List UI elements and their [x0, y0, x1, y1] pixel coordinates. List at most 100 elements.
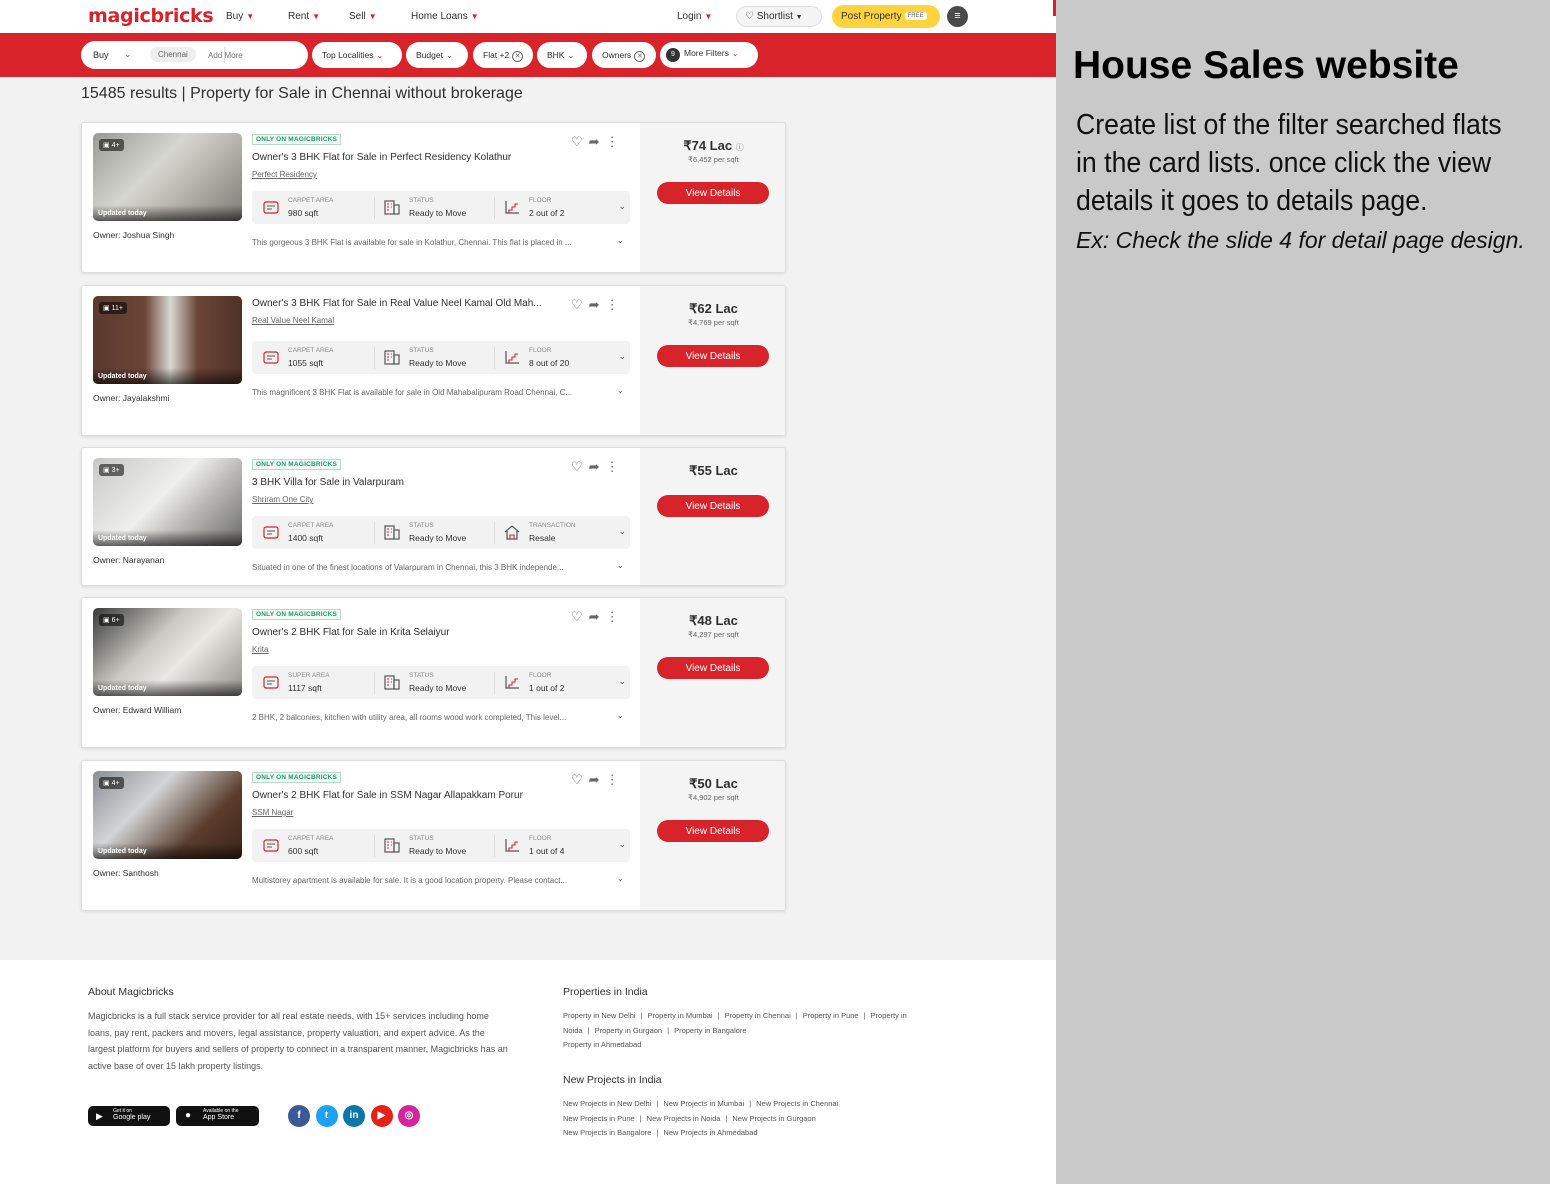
- society-link[interactable]: SSM Nagar: [252, 808, 293, 817]
- shortlist-heart-icon[interactable]: ♡: [571, 134, 589, 149]
- view-details-button[interactable]: View Details: [657, 820, 769, 842]
- shortlist-heart-icon[interactable]: ♡: [571, 609, 589, 624]
- owner-name: Owner: Edward William: [93, 705, 182, 715]
- property-title[interactable]: Owner's 3 BHK Flat for Sale in Real Valu…: [252, 298, 562, 309]
- chevron-down-icon[interactable]: ⌄: [617, 236, 624, 245]
- close-icon[interactable]: ✕: [512, 51, 524, 62]
- flat-filter[interactable]: Flat +2 ✕: [473, 42, 533, 68]
- society-link[interactable]: Krita: [252, 645, 268, 654]
- nav-sell[interactable]: Sell ▼: [349, 11, 377, 22]
- footer-link[interactable]: New Projects in Chennai: [756, 1099, 838, 1108]
- nav-buy[interactable]: Buy ▼: [226, 11, 254, 22]
- chevron-down-icon[interactable]: ⌄: [617, 711, 624, 720]
- footer-link[interactable]: Property in Pune: [803, 1011, 859, 1020]
- chevron-down-icon[interactable]: ⌄: [617, 561, 624, 570]
- shortlist-heart-icon[interactable]: ♡: [571, 772, 589, 787]
- view-details-button[interactable]: View Details: [657, 657, 769, 679]
- shortlist-heart-icon[interactable]: ♡: [571, 297, 589, 312]
- photo-count-badge: ▣ 4+: [99, 777, 124, 789]
- hamburger-menu-icon[interactable]: ≡: [947, 6, 968, 27]
- society-link[interactable]: Shriram One City: [252, 495, 313, 504]
- magicbricks-logo[interactable]: magicbricks: [88, 5, 214, 27]
- view-details-button[interactable]: View Details: [657, 182, 769, 204]
- shortlist-heart-icon[interactable]: ♡: [571, 459, 589, 474]
- more-options-icon[interactable]: ⋮: [606, 134, 625, 149]
- linkedin-icon[interactable]: in: [343, 1105, 365, 1127]
- chevron-down-icon: ▼: [368, 12, 377, 21]
- google-play-button[interactable]: ▶ Get it on Google play: [88, 1106, 170, 1126]
- footer-link[interactable]: Property in Mumbai: [647, 1011, 712, 1020]
- price-value: ₹62 Lac: [689, 301, 738, 316]
- property-photo[interactable]: ▣ 3+ Updated today: [93, 458, 242, 546]
- share-icon[interactable]: ➦: [589, 772, 606, 787]
- expand-chevron-icon[interactable]: ⌄: [618, 351, 626, 362]
- post-property-button[interactable]: Post Property FREE: [832, 5, 940, 28]
- society-link[interactable]: Perfect Residency: [252, 170, 317, 179]
- more-options-icon[interactable]: ⋮: [606, 609, 625, 624]
- footer-link[interactable]: New Projects in Gurgaon: [732, 1114, 815, 1123]
- more-filters-button[interactable]: 9 More Filters ⌄: [660, 42, 758, 68]
- property-photo[interactable]: ▣ 11+ Updated today: [93, 296, 242, 384]
- city-tag[interactable]: Chennai: [150, 47, 196, 62]
- share-icon[interactable]: ➦: [589, 297, 606, 312]
- footer-link[interactable]: New Projects in New Delhi: [563, 1099, 651, 1108]
- instagram-icon[interactable]: ◎: [398, 1105, 420, 1127]
- property-title[interactable]: Owner's 3 BHK Flat for Sale in Perfect R…: [252, 152, 562, 163]
- footer-link[interactable]: Property in Chennai: [724, 1011, 790, 1020]
- summary-value: 1 out of 4: [529, 846, 565, 856]
- shortlist-button[interactable]: ♡ Shortlist ▼: [736, 6, 822, 27]
- summary-cell: FLOOR 1 out of 4: [503, 829, 618, 862]
- property-title[interactable]: Owner's 2 BHK Flat for Sale in Krita Sel…: [252, 627, 562, 638]
- bhk-filter[interactable]: BHK ⌄: [537, 42, 587, 68]
- view-details-button[interactable]: View Details: [657, 345, 769, 367]
- share-icon[interactable]: ➦: [589, 609, 606, 624]
- chevron-down-icon[interactable]: ⌄: [617, 386, 624, 395]
- login-button[interactable]: Login ▼: [677, 11, 712, 22]
- footer-link[interactable]: New Projects in Mumbai: [663, 1099, 744, 1108]
- footer-link[interactable]: New Projects in Noida: [647, 1114, 721, 1123]
- expand-chevron-icon[interactable]: ⌄: [618, 676, 626, 687]
- property-photo[interactable]: ▣ 4+ Updated today: [93, 133, 242, 221]
- close-icon[interactable]: ✕: [634, 51, 646, 62]
- info-icon[interactable]: ⓘ: [736, 143, 744, 152]
- expand-chevron-icon[interactable]: ⌄: [618, 839, 626, 850]
- footer-link[interactable]: New Projects in Pune: [563, 1114, 635, 1123]
- gallery-icon: ▣: [103, 467, 110, 474]
- more-options-icon[interactable]: ⋮: [606, 297, 625, 312]
- add-more-input[interactable]: [208, 48, 298, 62]
- property-title[interactable]: 3 BHK Villa for Sale in Valarpuram: [252, 477, 562, 488]
- footer-link[interactable]: New Projects in Ahmedabad: [663, 1128, 757, 1137]
- property-photo[interactable]: ▣ 4+ Updated today: [93, 771, 242, 859]
- footer-link[interactable]: New Projects in Bangalore: [563, 1128, 651, 1137]
- view-details-button[interactable]: View Details: [657, 495, 769, 517]
- app-store-button[interactable]: ● Available on the App Store: [176, 1106, 259, 1126]
- footer-link[interactable]: Property in New Delhi: [563, 1011, 636, 1020]
- property-photo[interactable]: ▣ 6+ Updated today: [93, 608, 242, 696]
- budget-filter[interactable]: Budget ⌄: [406, 42, 468, 68]
- footer-link[interactable]: Property in Bangalore: [674, 1026, 747, 1035]
- buy-mode-dropdown[interactable]: Buy: [93, 50, 109, 60]
- nav-home-loans[interactable]: Home Loans ▼: [411, 11, 479, 22]
- expand-chevron-icon[interactable]: ⌄: [618, 526, 626, 537]
- property-title[interactable]: Owner's 2 BHK Flat for Sale in SSM Nagar…: [252, 790, 562, 801]
- more-options-icon[interactable]: ⋮: [606, 772, 625, 787]
- updated-label: Updated today: [93, 680, 242, 696]
- footer-link[interactable]: Property in Ahmedabad: [563, 1040, 641, 1049]
- youtube-icon[interactable]: ▶: [370, 1105, 393, 1127]
- more-options-icon[interactable]: ⋮: [606, 459, 625, 474]
- search-box[interactable]: Buy ⌄ Chennai: [81, 41, 308, 69]
- expand-chevron-icon[interactable]: ⌄: [618, 201, 626, 212]
- footer-link[interactable]: Property in Gurgaon: [595, 1026, 663, 1035]
- chevron-down-icon[interactable]: ⌄: [617, 874, 624, 883]
- twitter-icon[interactable]: t: [315, 1105, 338, 1127]
- society-link[interactable]: Real Value Neel Kamal: [252, 316, 334, 325]
- owners-filter[interactable]: Owners ✕: [592, 42, 656, 68]
- link-separator: |: [863, 1011, 866, 1020]
- nav-rent[interactable]: Rent ▼: [288, 11, 320, 22]
- facebook-icon[interactable]: f: [288, 1105, 310, 1127]
- summary-value: Ready to Move: [409, 533, 467, 543]
- share-icon[interactable]: ➦: [589, 459, 606, 474]
- top-localities-filter[interactable]: Top Localities ⌄: [312, 42, 402, 68]
- share-icon[interactable]: ➦: [589, 134, 606, 149]
- floor-icon: [503, 349, 521, 365]
